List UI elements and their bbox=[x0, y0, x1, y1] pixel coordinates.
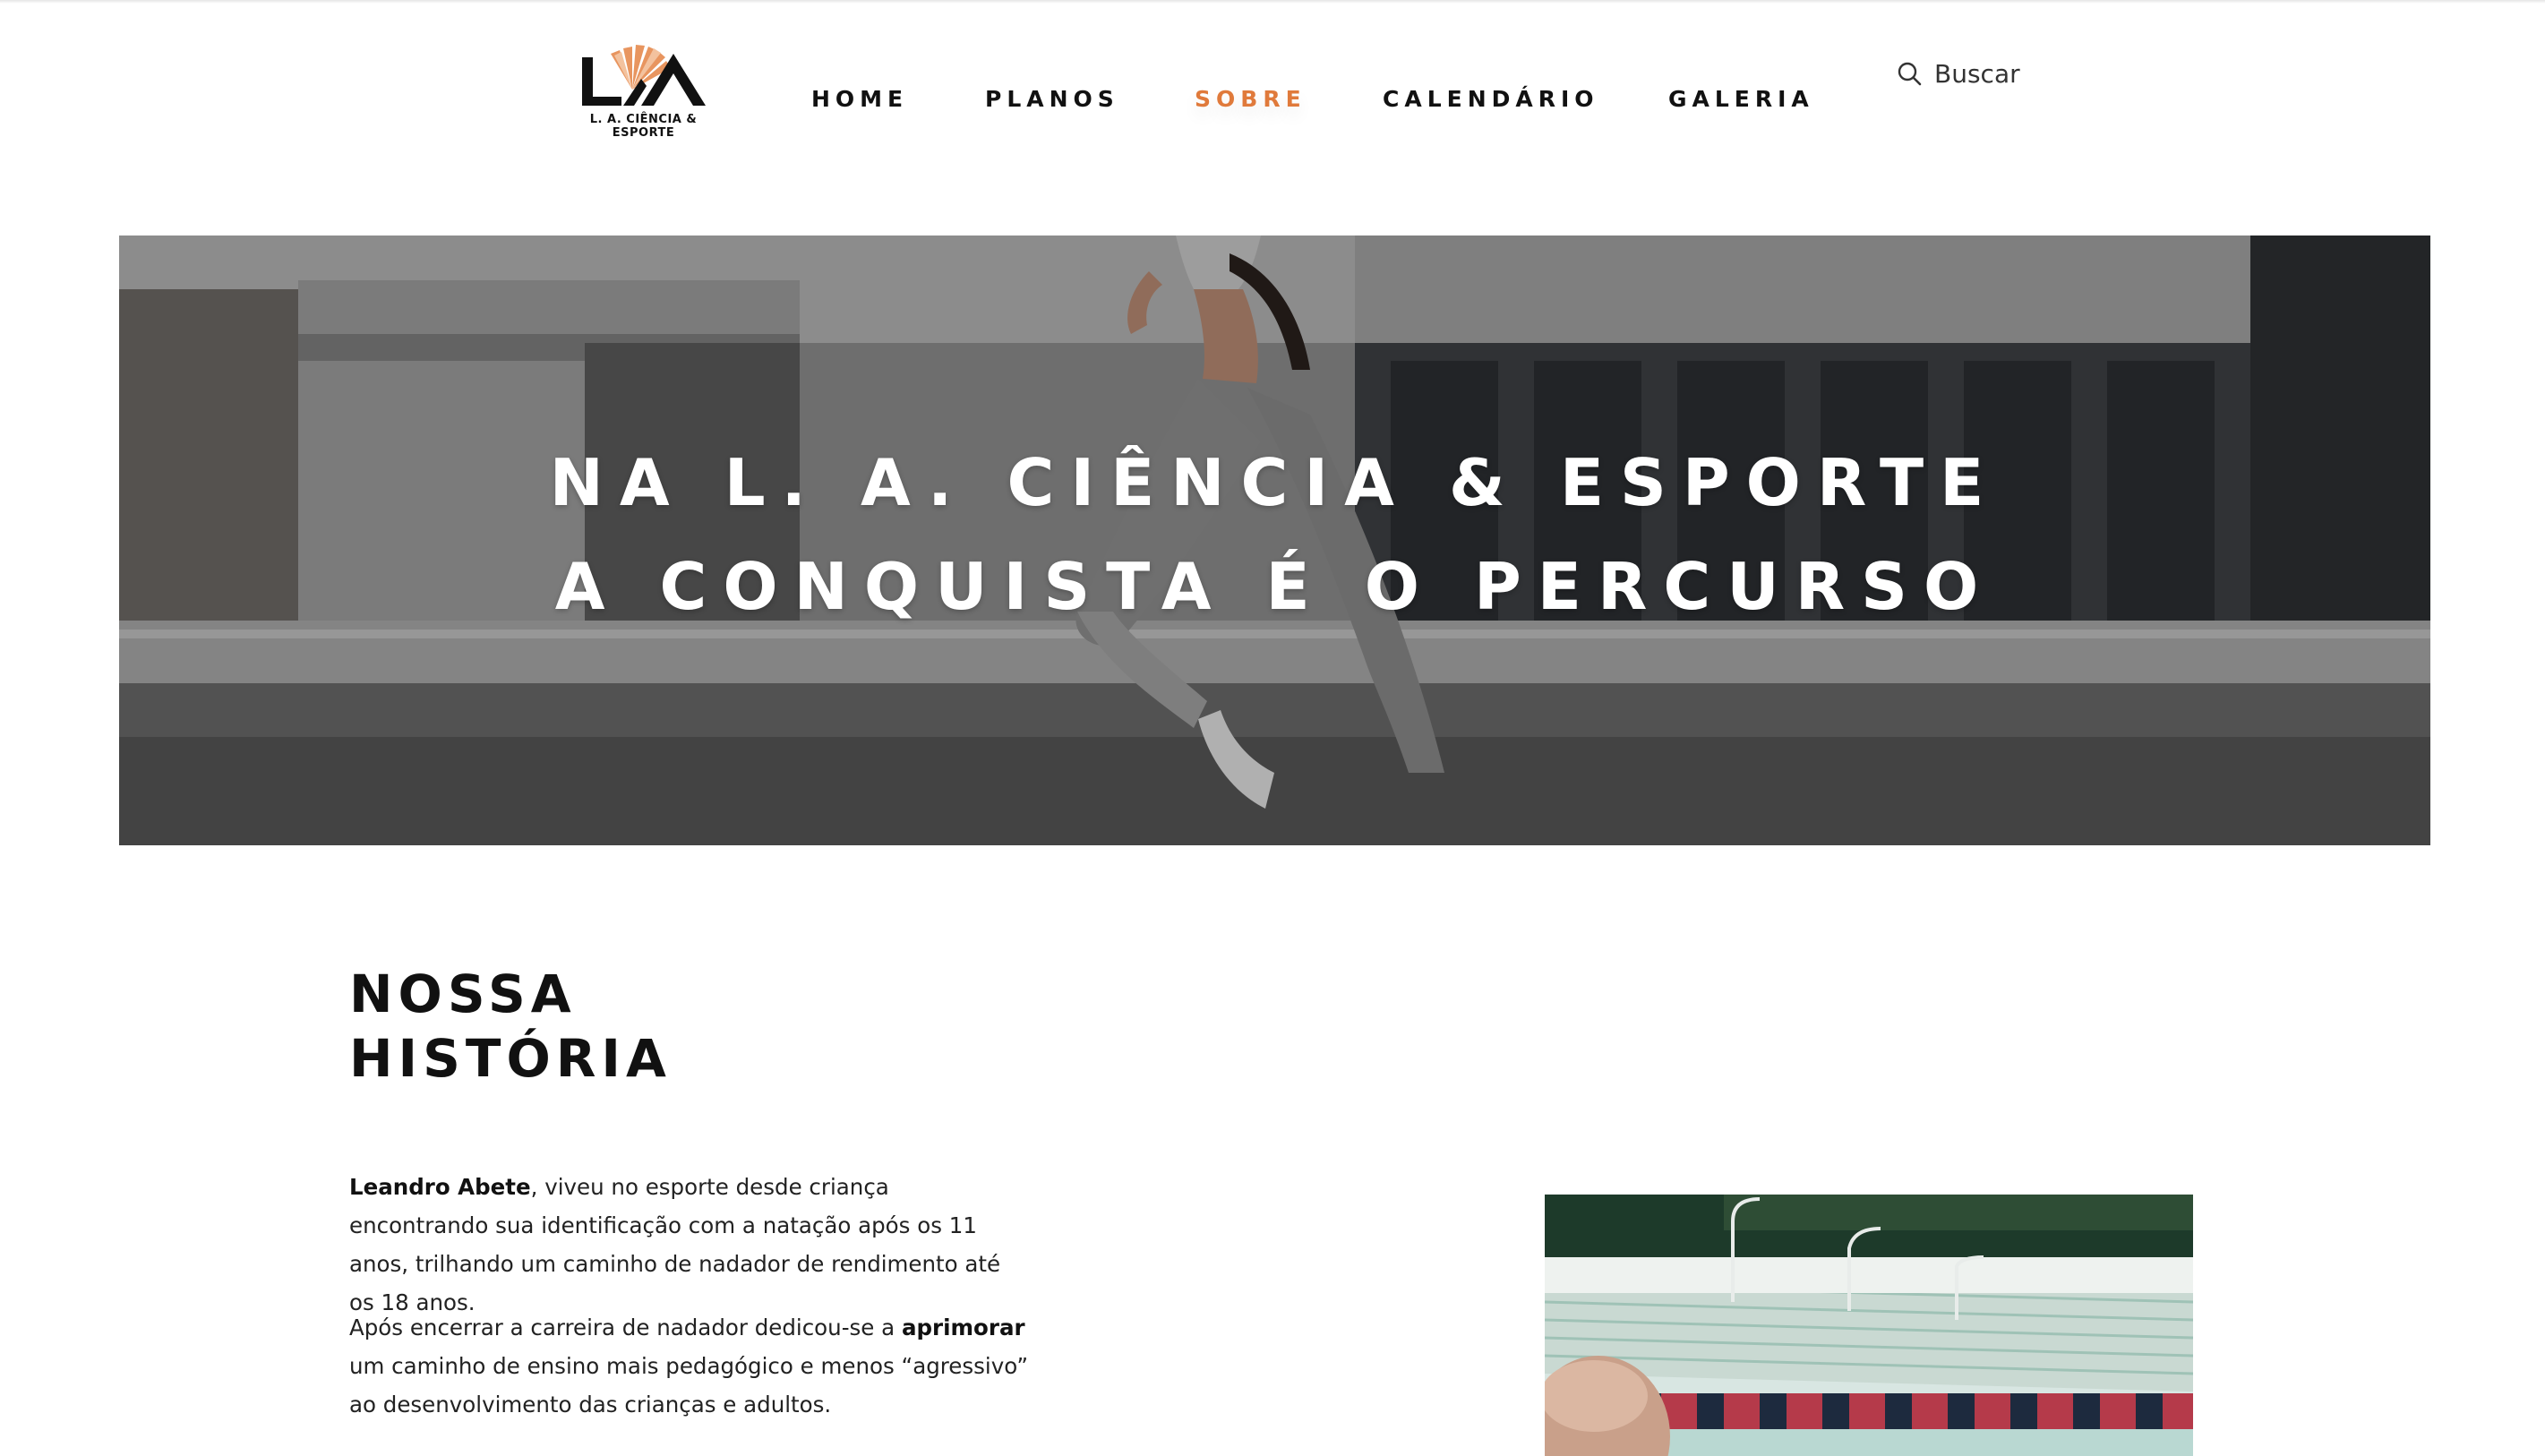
about-paragraph-2: Após encerrar a carreira de nadador dedi… bbox=[349, 1308, 1030, 1424]
section-title-line2: HISTÓRIA bbox=[349, 1028, 672, 1089]
top-shadow bbox=[0, 0, 2545, 4]
about-paragraph-2-highlight: aprimorar bbox=[901, 1315, 1025, 1340]
about-paragraph-2-text-end: um caminho de ensino mais pedagógico e m… bbox=[349, 1353, 1029, 1417]
logo-mark-icon bbox=[582, 45, 706, 106]
search-button[interactable]: Buscar bbox=[1897, 56, 2020, 91]
about-paragraph-1: Leandro Abete, viveu no esporte desde cr… bbox=[349, 1168, 1030, 1322]
brand-logo[interactable]: L. A. CIÊNCIA & ESPORTE bbox=[570, 34, 717, 140]
section-title: NOSSA HISTÓRIA bbox=[349, 962, 672, 1091]
stadium-photo-image bbox=[1545, 1195, 2193, 1456]
search-label: Buscar bbox=[1934, 58, 2020, 89]
about-paragraph-2-text-start: Após encerrar a carreira de nadador dedi… bbox=[349, 1315, 902, 1340]
nav-item-calendario[interactable]: CALENDÁRIO bbox=[1383, 86, 1599, 112]
nav-item-home[interactable]: HOME bbox=[811, 86, 908, 112]
nav-item-sobre[interactable]: SOBRE bbox=[1195, 86, 1307, 112]
hero-heading-line2: A CONQUISTA É O PERCURSO bbox=[554, 549, 1995, 624]
hero-background-image bbox=[119, 236, 2430, 845]
founder-name: Leandro Abete bbox=[349, 1174, 531, 1200]
search-icon bbox=[1898, 62, 1922, 86]
hero-heading-line1: NA L. A. CIÊNCIA & ESPORTE bbox=[549, 445, 2001, 520]
section-title-line1: NOSSA bbox=[349, 964, 577, 1024]
about-photo bbox=[1545, 1195, 2193, 1456]
nav-item-planos[interactable]: PLANOS bbox=[985, 86, 1119, 112]
nav-item-galeria[interactable]: GALERIA bbox=[1668, 86, 1814, 112]
hero-banner: NA L. A. CIÊNCIA & ESPORTE A CONQUISTA É… bbox=[119, 236, 2430, 845]
logo-text: L. A. CIÊNCIA & ESPORTE bbox=[589, 113, 698, 140]
